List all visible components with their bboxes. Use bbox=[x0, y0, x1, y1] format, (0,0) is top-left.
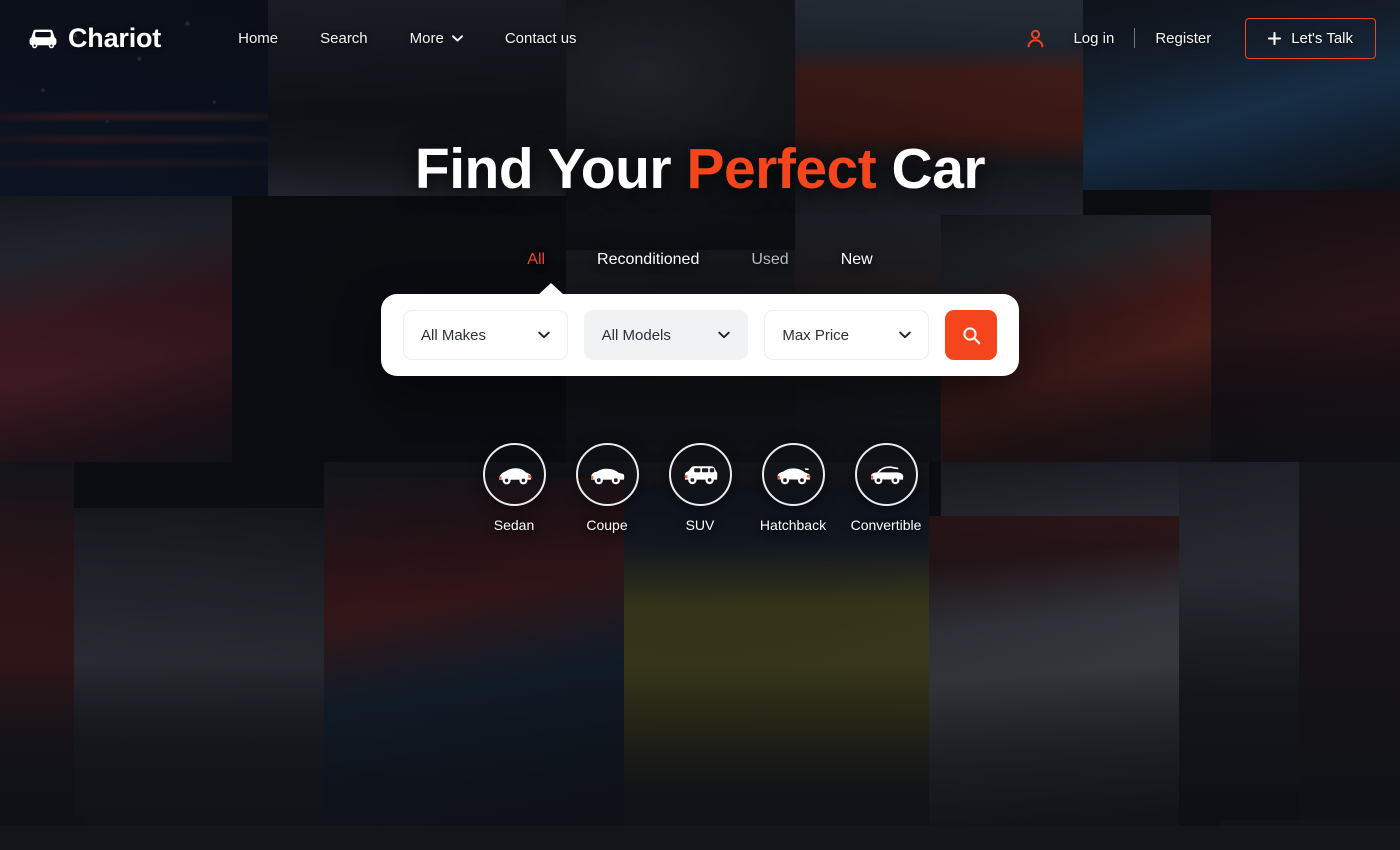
car-front-icon bbox=[29, 29, 57, 49]
body-type-categories: Sedan Coupe SUV Hatchback Convertible bbox=[0, 443, 1400, 533]
condition-tabs: All Reconditioned Used New bbox=[0, 245, 1400, 275]
tab-reconditioned[interactable]: Reconditioned bbox=[571, 245, 725, 275]
category-circle bbox=[668, 443, 732, 506]
landing-page: Chariot Home Search More Contact us Log … bbox=[0, 0, 1400, 850]
search-panel-wrapper: All Makes All Models Max Price bbox=[0, 283, 1400, 376]
nav-item-search[interactable]: Search bbox=[299, 22, 389, 55]
chevron-down-icon bbox=[537, 331, 550, 339]
category-circle bbox=[575, 443, 639, 506]
search-button[interactable] bbox=[945, 310, 998, 360]
title-part-1: Find Your bbox=[414, 137, 687, 201]
lets-talk-button[interactable]: Let's Talk bbox=[1245, 17, 1376, 59]
search-panel-notch bbox=[538, 283, 564, 295]
hero-section: Find Your Perfect Car All Reconditioned … bbox=[0, 137, 1400, 275]
header-actions: Log in Register Let's Talk bbox=[1026, 17, 1376, 59]
category-coupe[interactable]: Coupe bbox=[561, 443, 654, 533]
page-title: Find Your Perfect Car bbox=[0, 137, 1400, 201]
suv-car-icon bbox=[684, 465, 718, 484]
brand-name: Chariot bbox=[68, 22, 162, 53]
sedan-car-icon bbox=[499, 467, 532, 484]
coupe-car-icon bbox=[591, 468, 625, 484]
title-part-2: Car bbox=[876, 137, 986, 201]
site-header: Chariot Home Search More Contact us Log … bbox=[0, 0, 1400, 76]
chevron-down-icon bbox=[451, 34, 463, 42]
category-label: Sedan bbox=[493, 517, 535, 533]
nav-label: More bbox=[409, 29, 444, 47]
category-sedan[interactable]: Sedan bbox=[468, 443, 561, 533]
user-icon[interactable] bbox=[1026, 29, 1045, 48]
login-link[interactable]: Log in bbox=[1057, 24, 1130, 53]
nav-label: Search bbox=[320, 29, 368, 47]
category-suv[interactable]: SUV bbox=[654, 443, 747, 533]
nav-item-more[interactable]: More bbox=[389, 22, 484, 55]
nav-item-home[interactable]: Home bbox=[217, 22, 299, 55]
tab-used[interactable]: Used bbox=[725, 245, 814, 275]
chevron-down-icon bbox=[899, 331, 911, 339]
category-label: SUV bbox=[685, 517, 715, 533]
header-divider bbox=[1134, 28, 1136, 48]
category-circle bbox=[482, 443, 546, 506]
main-navigation: Home Search More Contact us bbox=[217, 22, 597, 55]
category-label: Coupe bbox=[586, 517, 628, 533]
convertible-car-icon bbox=[870, 465, 904, 484]
nav-item-contact-us[interactable]: Contact us bbox=[484, 22, 598, 55]
search-icon bbox=[962, 326, 980, 344]
background-scrim-gradient bbox=[0, 0, 1400, 850]
brand-logo[interactable]: Chariot bbox=[28, 23, 161, 54]
search-panel: All Makes All Models Max Price bbox=[381, 283, 1019, 376]
models-dropdown-label: All Models bbox=[601, 326, 671, 344]
category-label: Hatchback bbox=[759, 517, 827, 533]
lets-talk-label: Let's Talk bbox=[1291, 29, 1353, 47]
max-price-dropdown[interactable]: Max Price bbox=[764, 310, 930, 360]
tab-all[interactable]: All bbox=[501, 245, 571, 275]
makes-dropdown[interactable]: All Makes bbox=[403, 310, 568, 360]
category-label: Convertible bbox=[850, 517, 922, 533]
title-accent: Perfect bbox=[686, 137, 877, 201]
chevron-down-icon bbox=[718, 331, 731, 339]
tab-new[interactable]: New bbox=[815, 245, 899, 275]
category-convertible[interactable]: Convertible bbox=[840, 443, 933, 533]
plus-icon bbox=[1268, 31, 1282, 45]
nav-label: Contact us bbox=[504, 29, 577, 47]
makes-dropdown-label: All Makes bbox=[421, 326, 487, 344]
models-dropdown[interactable]: All Models bbox=[583, 310, 749, 360]
hatchback-car-icon bbox=[777, 467, 811, 484]
category-circle bbox=[761, 443, 825, 506]
max-price-dropdown-label: Max Price bbox=[782, 326, 850, 344]
nav-label: Home bbox=[238, 29, 279, 47]
register-link[interactable]: Register bbox=[1139, 24, 1227, 53]
category-hatchback[interactable]: Hatchback bbox=[747, 443, 840, 533]
category-circle bbox=[854, 443, 918, 506]
